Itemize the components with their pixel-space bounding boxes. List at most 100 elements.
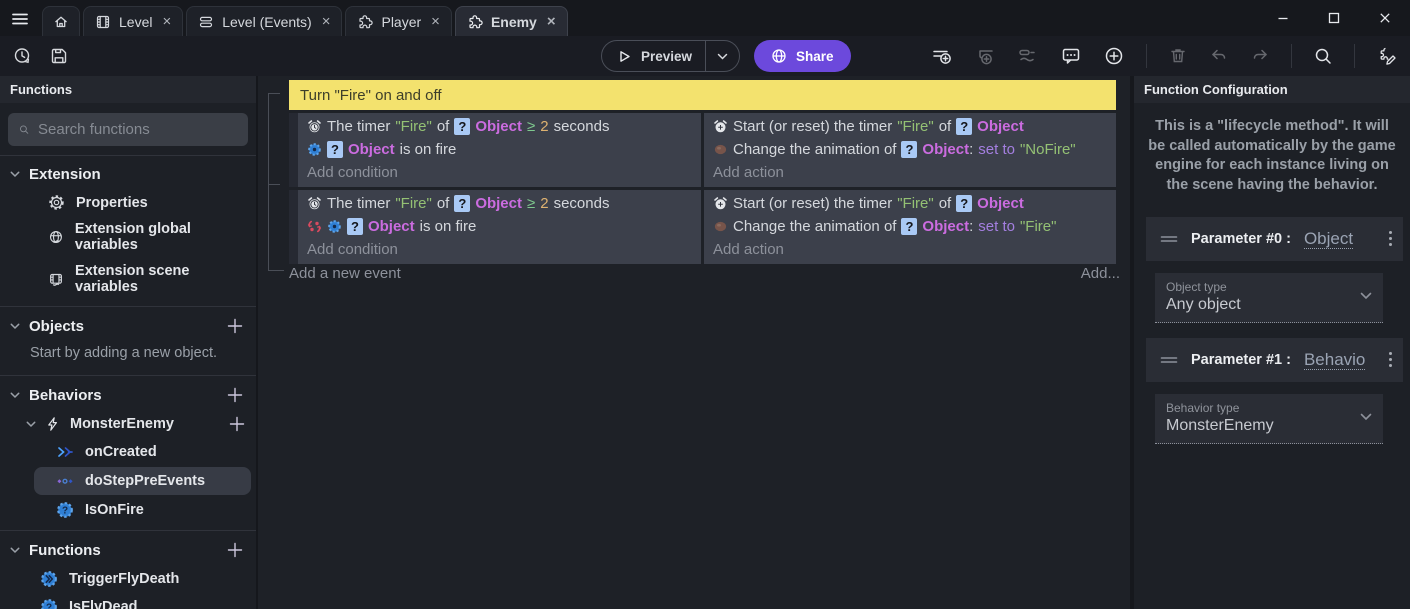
- section-header-objects[interactable]: Objects: [0, 310, 256, 341]
- kebab-menu-icon[interactable]: [1388, 351, 1393, 368]
- preview-button[interactable]: Preview: [601, 40, 740, 72]
- text: Change the animation of: [733, 139, 896, 160]
- add-other-events-icon[interactable]: [1017, 45, 1039, 67]
- add-condition-button[interactable]: Add condition: [298, 161, 701, 184]
- timer-name: "Fire": [897, 116, 933, 137]
- add-object-button[interactable]: [226, 317, 244, 335]
- drag-handle-icon[interactable]: [1160, 234, 1178, 244]
- tab-level[interactable]: Level ×: [83, 6, 183, 36]
- search-icon[interactable]: [1313, 46, 1333, 66]
- condition-timer[interactable]: The timer "Fire" of ? Object ≥ 2 seconds: [298, 115, 701, 138]
- sidebar-item-isflydead[interactable]: ? IsFlyDead: [0, 593, 256, 609]
- function-configuration-panel: Function Configuration This is a "lifecy…: [1130, 76, 1410, 609]
- action-start-timer[interactable]: Start (or reset) the timer "Fire" of ? O…: [704, 192, 1116, 215]
- add-function-button[interactable]: [226, 541, 244, 559]
- event-drag-handle[interactable]: [289, 113, 298, 187]
- behavior-type-select[interactable]: Behavior type MonsterEnemy: [1155, 394, 1383, 444]
- section-header-extension[interactable]: Extension: [0, 159, 256, 189]
- object-param-badge: ?: [327, 141, 343, 158]
- sidebar-item-extension-scene-variables[interactable]: Extension scene variables: [0, 258, 256, 300]
- tab-close-icon[interactable]: ×: [320, 14, 331, 29]
- chevron-down-icon: [10, 392, 20, 399]
- event-1-conditions: The timer "Fire" of ? Object ≥ 2 seconds…: [298, 113, 701, 187]
- text: seconds: [554, 193, 610, 214]
- section-header-functions[interactable]: Functions: [0, 534, 256, 565]
- share-button[interactable]: Share: [754, 40, 851, 72]
- tab-close-icon[interactable]: ×: [429, 14, 440, 29]
- action-start-timer[interactable]: Start (or reset) the timer "Fire" of ? O…: [704, 115, 1116, 138]
- save-icon[interactable]: [49, 46, 69, 66]
- tab-player[interactable]: Player ×: [345, 6, 451, 36]
- action-change-animation[interactable]: Change the animation of ? Object: set to…: [704, 138, 1116, 161]
- add-behavior-function-button[interactable]: [228, 415, 246, 433]
- object-name: Object: [475, 193, 522, 214]
- text: of: [939, 116, 952, 137]
- add-more-button[interactable]: Add...: [1081, 265, 1120, 282]
- puzzle-icon: [467, 14, 483, 30]
- kebab-menu-icon[interactable]: [1388, 230, 1393, 247]
- sidebar-item-monsterenemy[interactable]: MonsterEnemy: [0, 410, 256, 438]
- parameter-0-card[interactable]: Parameter #0 : Object: [1146, 217, 1403, 261]
- add-condition-button[interactable]: Add condition: [298, 238, 701, 261]
- tab-enemy[interactable]: Enemy ×: [455, 6, 568, 36]
- condition-is-on-fire[interactable]: ? Object is on fire: [298, 138, 701, 161]
- event-comment[interactable]: Turn "Fire" on and off: [289, 80, 1116, 110]
- add-subevent-icon[interactable]: [974, 45, 996, 67]
- search-functions-input[interactable]: [38, 121, 237, 138]
- event-2-conditions: The timer "Fire" of ? Object ≥ 2 seconds…: [298, 190, 701, 264]
- close-icon[interactable]: [1374, 7, 1396, 29]
- chevron-down-icon: [717, 53, 728, 60]
- edit-extension-icon[interactable]: [1376, 45, 1398, 67]
- tab-level-events[interactable]: Level (Events) ×: [186, 6, 342, 36]
- drag-handle-icon[interactable]: [1160, 355, 1178, 365]
- redo-icon[interactable]: [1250, 46, 1270, 66]
- sidebar-item-triggerflydeath[interactable]: TriggerFlyDeath: [0, 565, 256, 593]
- minimize-icon[interactable]: [1272, 7, 1294, 29]
- event-1: The timer "Fire" of ? Object ≥ 2 seconds…: [289, 113, 1116, 187]
- add-new-event-button[interactable]: Add a new event: [289, 265, 401, 282]
- menu-icon[interactable]: [11, 10, 29, 28]
- animation-icon: [713, 219, 728, 234]
- search-functions-box[interactable]: [8, 113, 248, 146]
- action-change-animation[interactable]: Change the animation of ? Object: set to…: [704, 215, 1116, 238]
- sidebar-item-dostepprevents[interactable]: doStepPreEvents: [34, 467, 251, 495]
- toolbar-divider: [1354, 44, 1355, 68]
- parameter-name-input[interactable]: Behavio: [1304, 350, 1365, 371]
- undo-icon[interactable]: [1209, 46, 1229, 66]
- value: 2: [540, 193, 548, 214]
- tab-label: Player: [381, 14, 421, 30]
- timer-name: "Fire": [395, 116, 431, 137]
- film-icon: [95, 14, 111, 30]
- objects-empty-text: Start by adding a new object.: [0, 341, 256, 369]
- event-drag-handle[interactable]: [289, 190, 298, 264]
- maximize-icon[interactable]: [1323, 7, 1345, 29]
- add-behavior-button[interactable]: [226, 386, 244, 404]
- preview-dropdown-button[interactable]: [705, 41, 739, 71]
- dostepprevents-icon: [56, 472, 74, 490]
- text: of: [939, 193, 952, 214]
- chevron-down-icon: [10, 171, 20, 178]
- history-icon[interactable]: [12, 46, 32, 66]
- parameter-name-input[interactable]: Object: [1304, 229, 1353, 250]
- condition-is-on-fire-inverted[interactable]: ? Object is on fire: [298, 215, 701, 238]
- sidebar-item-isonfire[interactable]: ? IsOnFire: [0, 496, 256, 524]
- sidebar-item-properties[interactable]: Properties: [0, 189, 256, 216]
- object-type-select[interactable]: Object type Any object: [1155, 273, 1383, 323]
- panel-title: Function Configuration: [1134, 76, 1410, 103]
- tab-close-icon[interactable]: ×: [160, 14, 171, 29]
- parameter-1-card[interactable]: Parameter #1 : Behavio: [1146, 338, 1403, 382]
- condition-timer[interactable]: The timer "Fire" of ? Object ≥ 2 seconds: [298, 192, 701, 215]
- tab-close-icon[interactable]: ×: [545, 14, 556, 29]
- comment-icon[interactable]: [1060, 45, 1082, 67]
- object-name: Object: [922, 216, 969, 237]
- sidebar-item-oncreated[interactable]: onCreated: [0, 438, 256, 466]
- text: :: [969, 139, 973, 160]
- tab-home[interactable]: [42, 6, 80, 36]
- trash-icon[interactable]: [1168, 46, 1188, 66]
- add-action-button[interactable]: Add action: [704, 238, 1116, 261]
- add-action-button[interactable]: Add action: [704, 161, 1116, 184]
- sidebar-item-extension-global-variables[interactable]: Extension global variables: [0, 216, 256, 258]
- add-circle-icon[interactable]: [1103, 45, 1125, 67]
- add-event-icon[interactable]: [931, 45, 953, 67]
- section-header-behaviors[interactable]: Behaviors: [0, 379, 256, 410]
